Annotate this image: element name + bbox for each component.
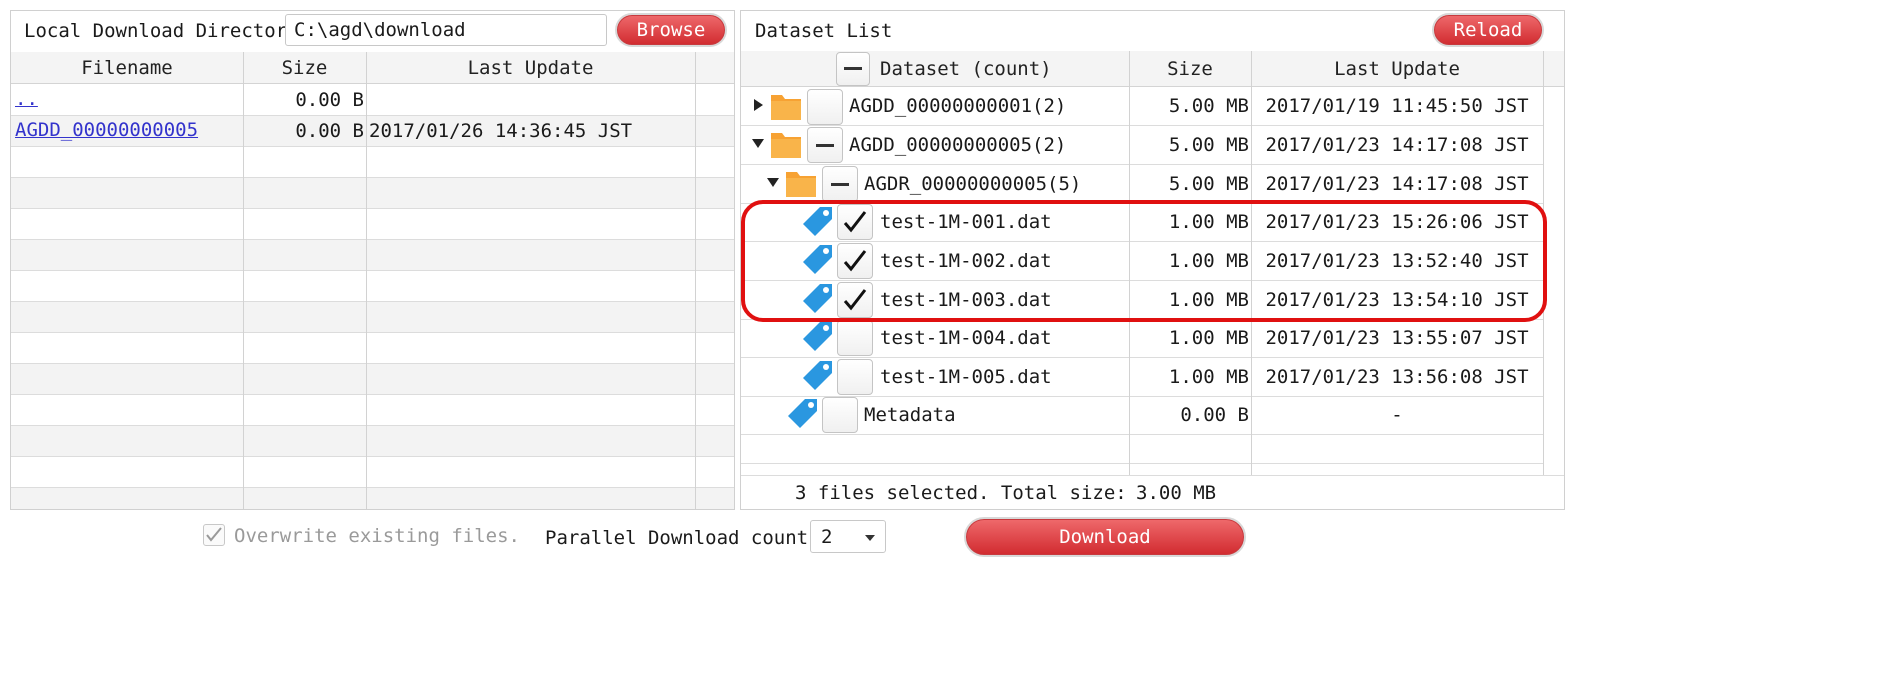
dataset-size: 5.00 MB [1168,133,1249,156]
metadata-last-update: - [1391,404,1403,426]
dataset-name: AGDR_00000000005(5) [864,172,1082,195]
dataset-checkbox[interactable] [822,166,858,202]
dataset-checkbox[interactable] [807,89,843,125]
file-last-update: 2017/01/26 14:36:45 JST [369,119,633,142]
last-update-column-header[interactable]: Last Update [1251,51,1543,87]
local-directory-label: Local Download Directory [24,20,299,42]
selected-files-highlight [741,200,1547,322]
left-row-alt-band [11,301,734,332]
dataset-checkbox[interactable] [807,127,843,163]
size-column-header[interactable]: Size [1129,51,1251,87]
parent-directory-link[interactable]: .. [15,88,38,110]
left-header-filler [695,52,734,84]
left-row-divider [11,208,734,209]
dataset-last-update: 2017/01/23 14:17:08 JST [1265,172,1529,195]
left-row-divider [11,425,734,426]
expand-caret-icon[interactable] [754,99,763,111]
tag-icon [800,320,834,359]
file-size: 1.00 MB [1168,365,1249,388]
dataset-column-label: Dataset (count) [880,57,1052,80]
left-row-alt-band [11,425,734,456]
file-last-update: 2017/01/23 13:56:08 JST [1265,365,1529,388]
left-row-divider [11,239,734,240]
download-button[interactable]: Download [964,517,1246,557]
last-update-column-header[interactable]: Last Update [366,52,695,84]
overwrite-checkbox[interactable] [203,524,225,546]
dataset-last-update: 2017/01/19 11:45:50 JST [1265,95,1529,117]
file-name: test-1M-004.dat [880,327,1052,349]
filename-column-header[interactable]: Filename [11,52,243,84]
tag-icon [785,397,819,436]
file-checkbox[interactable] [837,359,873,395]
file-name: test-1M-005.dat [880,365,1052,388]
left-row-alt-band [11,487,734,509]
dataset-row-divider [741,463,1543,464]
overwrite-label: Overwrite existing files. [234,525,520,547]
select-all-checkbox[interactable] [836,51,870,86]
left-column-divider [695,52,696,509]
directory-path-input[interactable]: C:\agd\download [285,14,607,46]
parallel-download-label: Parallel Download count. [545,527,820,549]
minus-icon [831,182,849,186]
left-row-divider [11,177,734,178]
dataset-size: 5.00 MB [1168,172,1249,195]
dataset-name: AGDD_00000000001(2) [849,95,1067,117]
size-column-header[interactable]: Size [243,52,366,84]
left-row-divider [11,270,734,271]
dataset-size: 5.00 MB [1168,95,1249,117]
left-row-alt-band [11,363,734,394]
directory-path-value: C:\agd\download [294,19,466,41]
dataset-name: AGDD_00000000005(2) [849,133,1067,156]
left-row-divider [11,332,734,333]
file-size: 1.00 MB [1168,327,1249,349]
file-size: 0.00 B [295,119,364,142]
collapse-caret-icon[interactable] [752,139,764,148]
left-row-divider [11,487,734,488]
selection-summary-text: 3 files selected. Total size: [795,482,1127,504]
dataset-list-title: Dataset List [755,20,893,42]
folder-icon [770,91,802,126]
folder-icon [785,168,817,203]
checkmark-icon [206,527,222,542]
dataset-row-divider [741,434,1543,435]
right-header-filler [1543,51,1564,87]
left-row-alt-band [11,239,734,270]
minus-icon [844,67,862,70]
left-row-alt-band [11,177,734,208]
collapse-caret-icon[interactable] [767,178,779,187]
file-size: 0.00 B [295,88,364,111]
left-row-divider [11,456,734,457]
parallel-count-value: 2 [821,525,833,548]
metadata-checkbox[interactable] [822,397,858,433]
file-last-update: 2017/01/23 13:55:07 JST [1265,327,1529,349]
minus-icon [816,143,834,147]
left-column-divider [366,52,367,509]
left-row-divider [11,146,734,147]
dataset-last-update: 2017/01/23 14:17:08 JST [1265,133,1529,156]
folder-icon [770,129,802,164]
file-checkbox[interactable] [837,320,873,356]
left-row-divider [11,363,734,364]
left-row-divider [11,394,734,395]
tag-icon [800,359,834,398]
dropdown-arrow-icon [865,535,875,541]
metadata-name: Metadata [864,404,956,426]
metadata-size: 0.00 B [1180,404,1249,426]
browse-button[interactable]: Browse [615,13,727,47]
dataset-column-header[interactable]: Dataset (count) [741,51,1129,87]
parallel-count-select[interactable]: 2 [810,520,886,553]
left-row-divider [11,301,734,302]
selection-total-size: 3.00 MB [1136,482,1217,504]
file-link[interactable]: AGDD_00000000005 [15,119,198,141]
reload-button[interactable]: Reload [1432,13,1544,47]
